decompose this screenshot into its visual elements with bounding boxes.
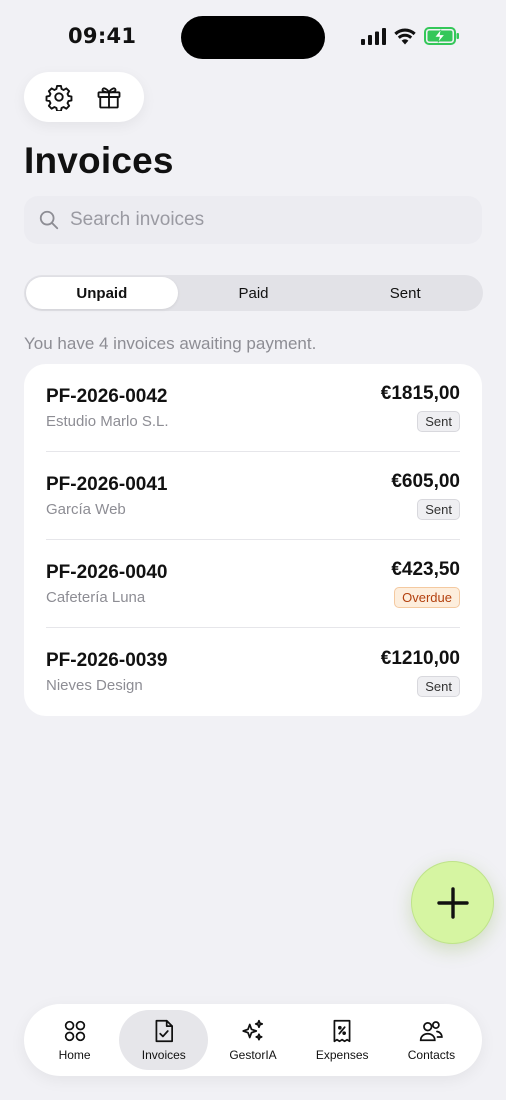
- top-actions-pill: [24, 72, 144, 122]
- add-invoice-button[interactable]: [411, 861, 494, 944]
- segment-sent[interactable]: Sent: [329, 277, 481, 309]
- signal-icon: [361, 27, 386, 45]
- search-bar[interactable]: [24, 196, 482, 244]
- invoice-client: Nieves Design: [46, 677, 143, 694]
- tab-label: Invoices: [141, 1048, 186, 1062]
- tab-contacts[interactable]: Contacts: [387, 1010, 476, 1070]
- tab-expenses[interactable]: Expenses: [298, 1010, 387, 1070]
- plus-icon: [436, 886, 469, 919]
- invoice-client: García Web: [46, 500, 126, 518]
- receipt-percent-icon: [333, 1019, 351, 1043]
- invoice-number: PF-2026-0040: [46, 561, 168, 583]
- dynamic-island: [181, 16, 325, 59]
- status-icons: [361, 27, 460, 45]
- invoice-client: Cafetería Luna: [46, 588, 146, 606]
- page-title: Invoices: [24, 140, 174, 181]
- invoice-number: PF-2026-0041: [46, 473, 168, 495]
- invoice-row[interactable]: PF-2026-0039 Nieves Design €1210,00 Sent: [46, 628, 460, 716]
- users-icon: [420, 1021, 444, 1042]
- invoice-number: PF-2026-0039: [46, 650, 168, 671]
- invoice-status-segmented-control: Unpaid Paid Sent: [24, 275, 483, 311]
- tab-invoices[interactable]: Invoices: [119, 1010, 209, 1070]
- invoice-row[interactable]: PF-2026-0042 Estudio Marlo S.L. €1815,00…: [46, 364, 460, 452]
- gear-icon: [45, 84, 73, 111]
- invoice-row[interactable]: PF-2026-0041 García Web €605,00 Sent: [46, 452, 460, 540]
- invoice-amount: €1815,00: [380, 383, 460, 404]
- grid-icon: [64, 1020, 85, 1042]
- settings-button[interactable]: [39, 77, 79, 117]
- status-time: 09:41: [68, 24, 137, 48]
- segment-unpaid[interactable]: Unpaid: [26, 277, 178, 309]
- status-badge: Sent: [417, 675, 460, 697]
- gift-button[interactable]: [89, 77, 129, 117]
- invoice-client: Estudio Marlo S.L.: [46, 412, 169, 430]
- invoices-summary-text: You have 4 invoices awaiting payment.: [24, 334, 317, 353]
- tab-gestoria[interactable]: GestorIA: [208, 1010, 297, 1070]
- sparkles-icon: [242, 1019, 264, 1041]
- invoice-list: PF-2026-0042 Estudio Marlo S.L. €1815,00…: [24, 364, 482, 716]
- tab-label: GestorIA: [229, 1048, 277, 1062]
- wifi-icon: [394, 28, 416, 44]
- invoice-amount: €605,00: [391, 471, 460, 492]
- status-bar: 09:41: [0, 0, 506, 70]
- status-badge-overdue: Overdue: [394, 587, 460, 608]
- tab-label: Expenses: [315, 1048, 369, 1062]
- invoice-row[interactable]: PF-2026-0040 Cafetería Luna €423,50 Over…: [46, 540, 460, 628]
- bottom-tab-bar: Home Invoices GestorIA Expenses Contacts: [24, 1004, 482, 1076]
- status-badge: Sent: [417, 411, 460, 432]
- segment-paid[interactable]: Paid: [178, 277, 330, 309]
- invoice-amount: €423,50: [391, 559, 460, 580]
- document-check-icon: [155, 1019, 173, 1043]
- invoice-amount: €1210,00: [380, 647, 460, 669]
- invoice-number: PF-2026-0042: [46, 385, 168, 407]
- battery-charging-icon: [424, 27, 459, 45]
- search-icon: [39, 210, 59, 230]
- tab-label: Home: [58, 1048, 91, 1062]
- gift-icon: [97, 87, 121, 109]
- tab-home[interactable]: Home: [30, 1010, 119, 1070]
- tab-label: Contacts: [407, 1048, 456, 1062]
- status-badge: Sent: [417, 499, 460, 520]
- search-input[interactable]: [70, 209, 450, 231]
